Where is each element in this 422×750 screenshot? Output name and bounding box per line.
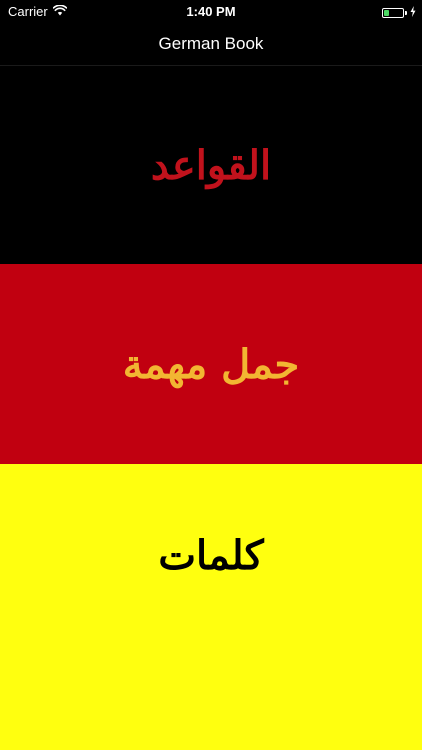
- nav-title: German Book: [158, 33, 264, 53]
- status-time: 1:40 PM: [186, 4, 236, 19]
- app-screen: Carrier 1:40 PM German Book القواعد جمل …: [0, 0, 422, 750]
- section-grammar-button[interactable]: القواعد: [0, 66, 422, 264]
- battery-tip: [405, 10, 407, 15]
- battery-level: [384, 9, 390, 16]
- section-words-label: كلمات: [158, 531, 264, 579]
- section-grammar-label: القواعد: [150, 141, 272, 189]
- navigation-bar: German Book: [0, 22, 422, 66]
- status-right: [382, 5, 416, 20]
- section-words-button[interactable]: كلمات: [0, 464, 422, 750]
- charging-bolt-icon: [410, 5, 416, 20]
- section-phrases-button[interactable]: جمل مهمة: [0, 264, 422, 464]
- battery-icon: [382, 7, 404, 18]
- section-phrases-label: جمل مهمة: [122, 340, 300, 388]
- status-bar: Carrier 1:40 PM: [0, 0, 422, 22]
